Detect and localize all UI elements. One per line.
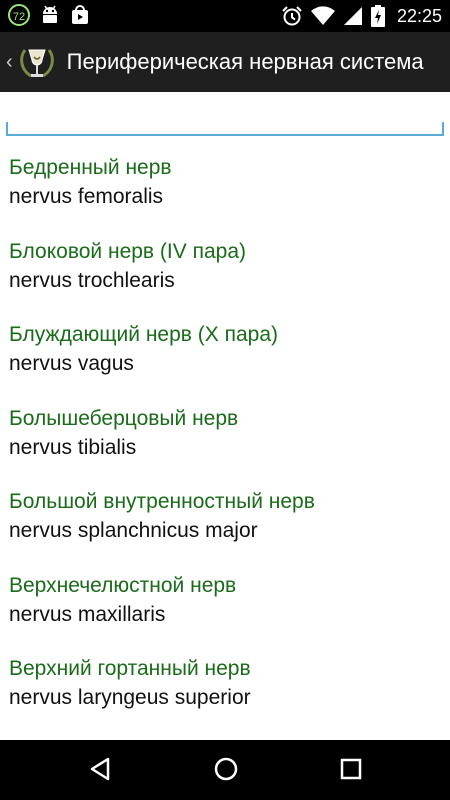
item-latin-name: nervus laryngeus superior [9, 686, 251, 709]
signal-icon [343, 6, 363, 26]
list-item[interactable]: Бедренный нерв nervus femoralis [0, 140, 450, 224]
item-russian-name: Большой внутренностный нерв [9, 490, 315, 513]
recents-icon[interactable] [339, 756, 363, 782]
alarm-icon [281, 5, 303, 27]
item-latin-name: nervus tibialis [9, 435, 137, 459]
page-title: Периферическая нервная система [66, 49, 424, 74]
item-russian-name: Блоковой нерв (IV пара) [9, 239, 246, 263]
item-latin-name: nervus femoralis [9, 185, 164, 208]
list-item[interactable]: Верхний гортанный нерв nervus laryngeus … [0, 641, 450, 725]
home-icon[interactable] [213, 756, 239, 782]
list-item[interactable]: Блуждающий нерв (X пара) nervus vagus [0, 307, 450, 391]
list-item[interactable]: Блоковой нерв (IV пара) nervus trochlear… [0, 224, 450, 308]
battery-icon [370, 5, 385, 27]
navigation-bar [0, 740, 450, 800]
search-area [0, 92, 450, 140]
item-latin-name: nervus splanchnicus major [9, 519, 258, 542]
action-bar: ‹ Периферическая нервная система [0, 32, 450, 92]
item-latin-name: nervus vagus [9, 352, 134, 375]
item-russian-name: Верхний гортанный нерв [9, 657, 251, 680]
back-icon[interactable] [88, 756, 112, 782]
main-content: Бедренный нерв nervus femoralis Блоковой… [0, 92, 450, 740]
item-latin-name: nervus trochlearis [9, 268, 175, 292]
search-input[interactable] [6, 106, 444, 136]
notification-badge-text: 72 [12, 11, 26, 23]
item-russian-name: Болышеберцовый нерв [9, 406, 239, 430]
status-bar: 72 22:25 [0, 0, 450, 32]
item-latin-name: nervus maxillaris [9, 602, 166, 626]
item-russian-name: Бедренный нерв [9, 156, 172, 179]
status-time: 22:25 [396, 6, 442, 26]
wifi-icon [310, 6, 335, 26]
item-russian-name: Верхнечелюстной нерв [9, 573, 237, 597]
item-russian-name: Блуждающий нерв (X пара) [9, 323, 279, 346]
store-bag-icon [70, 4, 90, 26]
nerve-list: Бедренный нерв nervus femoralis Блоковой… [0, 140, 450, 725]
notification-72-icon: 72 [8, 4, 30, 26]
android-debug-icon [40, 4, 60, 26]
list-item[interactable]: Верхнечелюстной нерв nervus maxillaris [0, 558, 450, 642]
list-item[interactable]: Болышеберцовый нерв nervus tibialis [0, 391, 450, 475]
chalice-laurel-icon[interactable] [15, 40, 59, 84]
chevron-left-icon[interactable]: ‹ [6, 51, 13, 74]
status-bar-right: 22:25 [281, 4, 442, 28]
list-item[interactable]: Большой внутренностный нерв nervus splan… [0, 474, 450, 558]
status-bar-left: 72 [8, 4, 90, 26]
